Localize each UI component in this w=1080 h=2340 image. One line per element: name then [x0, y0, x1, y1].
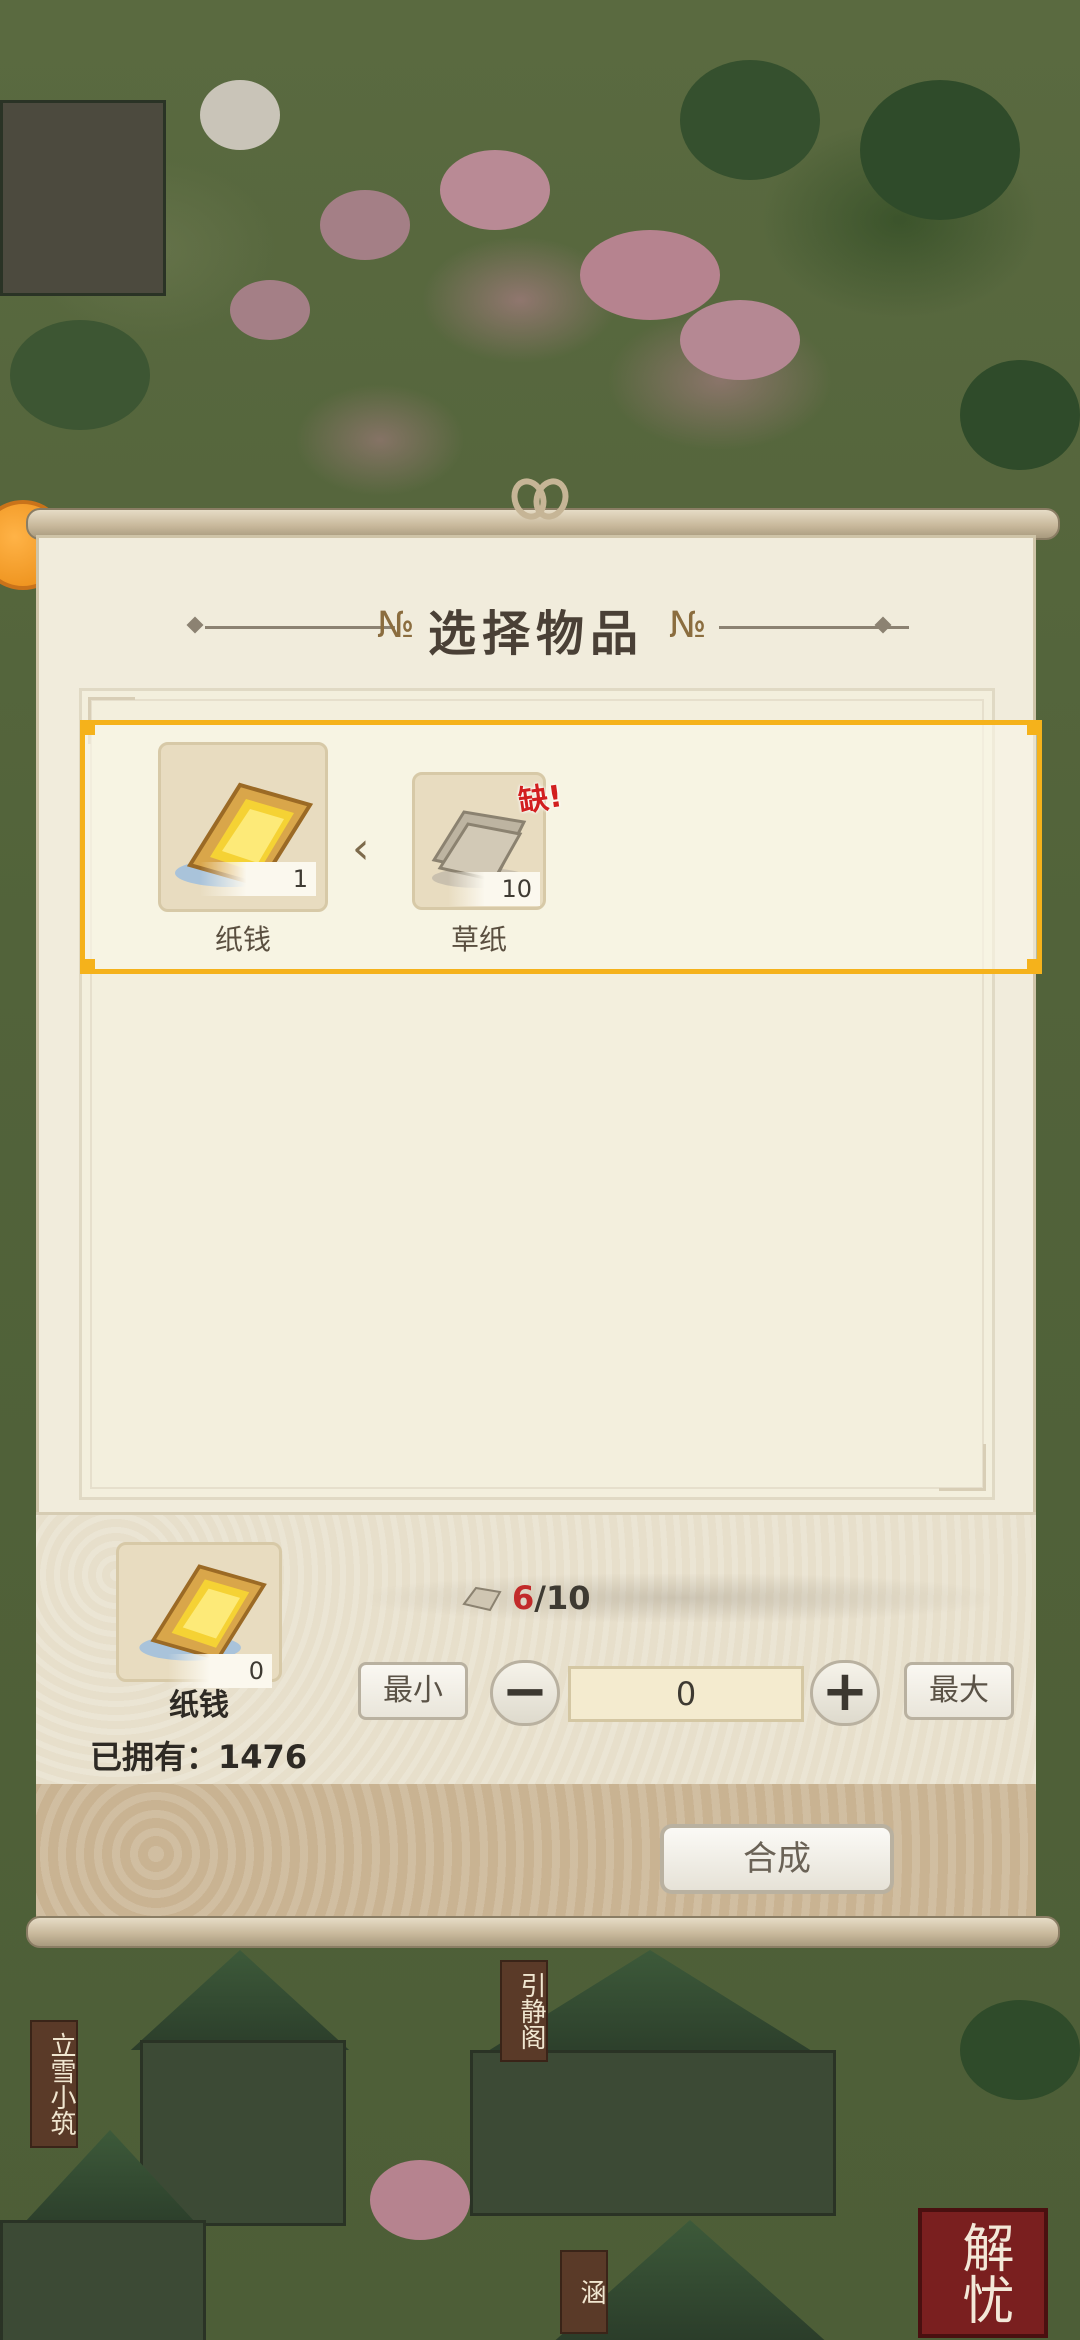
quantity-field[interactable]: 0 — [568, 1666, 804, 1722]
scroll-bottom-rod — [26, 1916, 1060, 1948]
input-count: 10 — [448, 872, 540, 906]
craft-button[interactable]: 合成 — [660, 1824, 894, 1894]
tree — [10, 320, 150, 430]
minus-button[interactable]: − — [490, 1660, 560, 1726]
owned-count: 已拥有：1476 — [90, 1732, 307, 1778]
lack-badge: 缺! — [516, 779, 565, 820]
tree — [320, 190, 410, 260]
requirement-text: 6/10 — [512, 1576, 590, 1620]
building[interactable] — [0, 2220, 206, 2340]
seal-button[interactable]: 解忧 — [918, 2208, 1048, 2338]
tree — [960, 360, 1080, 470]
knot-icon — [505, 473, 575, 534]
seal-label: 解忧 — [953, 2221, 1013, 2325]
tree — [680, 60, 820, 180]
building-sign[interactable]: 引静阁 — [500, 1960, 548, 2062]
building[interactable] — [0, 100, 166, 296]
plus-button[interactable]: + — [810, 1660, 880, 1726]
max-button[interactable]: 最大 — [904, 1662, 1014, 1720]
output-name: 纸钱 — [214, 923, 271, 956]
building-sign[interactable]: 立雪小筑 — [30, 2020, 78, 2148]
tree — [440, 150, 550, 230]
building[interactable] — [470, 2050, 836, 2216]
tree — [370, 2160, 470, 2240]
tree — [960, 2000, 1080, 2100]
building-sign[interactable]: 涵 — [560, 2250, 608, 2334]
owned-value: 1476 — [218, 1738, 308, 1776]
tree — [860, 80, 1020, 220]
owned-label: 已拥有： — [90, 1738, 219, 1776]
requirement-have: 6 — [512, 1579, 535, 1617]
gold-paper-icon — [139, 1564, 267, 1661]
chevron-left-icon: ‹ — [352, 823, 370, 874]
tree — [230, 280, 310, 340]
requirement-total: /10 — [534, 1579, 591, 1617]
corner-fret-icon — [939, 1444, 986, 1491]
selected-name: 纸钱 — [169, 1688, 229, 1723]
dialog-header: № 选择物品 № — [39, 586, 1033, 666]
tree — [200, 80, 280, 150]
building-roof[interactable] — [130, 1950, 350, 2050]
input-name: 草纸 — [450, 923, 507, 956]
tree — [580, 230, 720, 320]
tree — [680, 300, 800, 380]
min-button[interactable]: 最小 — [358, 1662, 468, 1720]
swirl-icon: № — [669, 605, 707, 646]
straw-paper-icon — [462, 1586, 502, 1612]
output-count: 1 — [200, 862, 316, 896]
